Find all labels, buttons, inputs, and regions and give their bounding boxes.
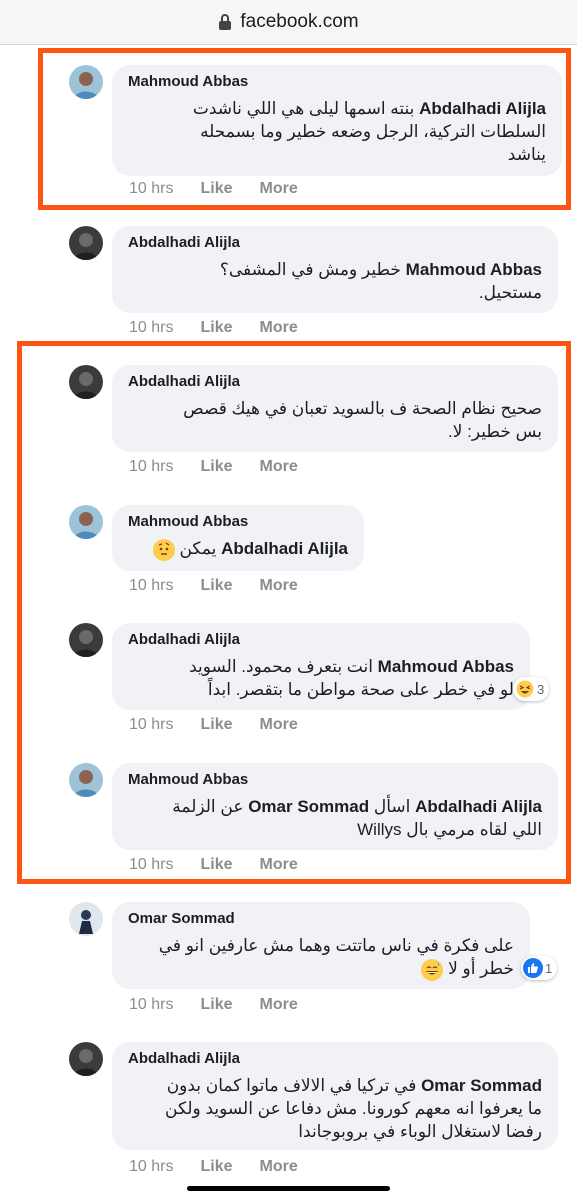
comment-text: Mahmoud Abbas خطير ومش في المشفى؟ مستحيل… (219, 260, 542, 302)
comment-actions: 10 hrs Like More (129, 1158, 298, 1176)
mention-link[interactable]: Mahmoud Abbas (406, 260, 542, 279)
like-button[interactable]: Like (200, 996, 232, 1014)
avatar[interactable] (69, 763, 103, 797)
avatar[interactable] (69, 902, 103, 936)
home-indicator[interactable] (187, 1186, 390, 1191)
comment-bubble[interactable]: Mahmoud Abbas Abdalhadi Alijla بنته اسمه… (112, 65, 562, 176)
address-bar[interactable]: facebook.com (0, 0, 577, 45)
like-button[interactable]: Like (200, 1158, 232, 1176)
reaction-badge[interactable]: 1 (521, 956, 558, 980)
mention-link[interactable]: Mahmoud Abbas (378, 657, 514, 676)
comment-time[interactable]: 10 hrs (129, 716, 173, 734)
comment-text: Abdalhadi Alijla يمكن (128, 537, 348, 561)
comment-bubble[interactable]: Mahmoud Abbas Abdalhadi Alijla يمكن (112, 505, 364, 571)
mention-link[interactable]: Omar Sommad (248, 797, 369, 816)
comment-bubble[interactable]: Abdalhadi Alijla Omar Sommad في تركيا في… (112, 1042, 558, 1150)
comment-time[interactable]: 10 hrs (129, 458, 173, 476)
comment-bubble[interactable]: Abdalhadi Alijla Mahmoud Abbas خطير ومش … (112, 226, 558, 313)
comment-author[interactable]: Abdalhadi Alijla (128, 1050, 542, 1068)
comment-author[interactable]: Mahmoud Abbas (128, 73, 546, 91)
reaction-badge[interactable]: 3 (513, 677, 550, 701)
comment-bubble[interactable]: Omar Sommad على فكرة في ناس ماتتت وهما م… (112, 902, 530, 989)
more-button[interactable]: More (259, 856, 297, 874)
grinning-sweat-emoji-icon (421, 958, 444, 981)
avatar[interactable] (69, 365, 103, 399)
reaction-count: 3 (537, 681, 545, 697)
comment-author[interactable]: Abdalhadi Alijla (128, 631, 514, 649)
mention-link[interactable]: Abdalhadi Alijla (419, 99, 546, 118)
avatar[interactable] (69, 505, 103, 539)
lock-icon (219, 14, 232, 30)
comment-actions: 10 hrs Like More (129, 856, 298, 874)
comment-actions: 10 hrs Like More (129, 180, 298, 198)
like-button[interactable]: Like (200, 180, 232, 198)
url-text: facebook.com (240, 11, 359, 32)
comment-actions: 10 hrs Like More (129, 996, 298, 1014)
comment-text: صحيح نظام الصحة ف بالسويد تعبان في هيك ق… (183, 399, 542, 441)
reaction-count: 1 (545, 960, 553, 976)
comment-time[interactable]: 10 hrs (129, 180, 173, 198)
avatar[interactable] (69, 623, 103, 657)
raised-eyebrow-emoji-icon (152, 538, 175, 561)
more-button[interactable]: More (259, 996, 297, 1014)
comment-time[interactable]: 10 hrs (129, 1158, 173, 1176)
comment-time[interactable]: 10 hrs (129, 319, 173, 337)
comment-time[interactable]: 10 hrs (129, 577, 173, 595)
like-icon (523, 958, 543, 978)
mention-link[interactable]: Abdalhadi Alijla (221, 539, 348, 558)
comment-text: على فكرة في ناس ماتتت وهما مش عارفين انو… (128, 934, 514, 981)
mention-link[interactable]: Abdalhadi Alijla (415, 797, 542, 816)
comment-text: Abdalhadi Alijla اسأل Omar Sommad عن الز… (172, 797, 542, 839)
more-button[interactable]: More (259, 716, 297, 734)
like-button[interactable]: Like (200, 319, 232, 337)
like-button[interactable]: Like (200, 856, 232, 874)
comment-actions: 10 hrs Like More (129, 716, 298, 734)
comment-author[interactable]: Abdalhadi Alijla (128, 373, 542, 391)
more-button[interactable]: More (259, 1158, 297, 1176)
comment-bubble[interactable]: Abdalhadi Alijla صحيح نظام الصحة ف بالسو… (112, 365, 558, 452)
like-button[interactable]: Like (200, 716, 232, 734)
more-button[interactable]: More (259, 577, 297, 595)
comment-actions: 10 hrs Like More (129, 458, 298, 476)
comment-author[interactable]: Mahmoud Abbas (128, 513, 348, 531)
comment-time[interactable]: 10 hrs (129, 996, 173, 1014)
comment-text: Mahmoud Abbas انت بتعرف محمود. السويد لو… (189, 657, 514, 699)
more-button[interactable]: More (259, 180, 297, 198)
avatar[interactable] (69, 226, 103, 260)
comment-author[interactable]: Mahmoud Abbas (128, 771, 542, 789)
more-button[interactable]: More (259, 319, 297, 337)
mention-link[interactable]: Omar Sommad (421, 1076, 542, 1095)
avatar[interactable] (69, 1042, 103, 1076)
comment-bubble[interactable]: Mahmoud Abbas Abdalhadi Alijla اسأل Omar… (112, 763, 558, 850)
avatar[interactable] (69, 65, 103, 99)
comment-author[interactable]: Abdalhadi Alijla (128, 234, 542, 252)
more-button[interactable]: More (259, 458, 297, 476)
comment-text: Abdalhadi Alijla بنته اسمها ليلى هي اللي… (192, 99, 546, 164)
haha-icon (515, 679, 535, 699)
like-button[interactable]: Like (200, 577, 232, 595)
comment-time[interactable]: 10 hrs (129, 856, 173, 874)
comment-actions: 10 hrs Like More (129, 319, 298, 337)
like-button[interactable]: Like (200, 458, 232, 476)
comment-text: Omar Sommad في تركيا في الالاف ماتوا كما… (165, 1076, 542, 1141)
comment-bubble[interactable]: Abdalhadi Alijla Mahmoud Abbas انت بتعرف… (112, 623, 530, 710)
comment-actions: 10 hrs Like More (129, 577, 298, 595)
comment-author[interactable]: Omar Sommad (128, 910, 514, 928)
